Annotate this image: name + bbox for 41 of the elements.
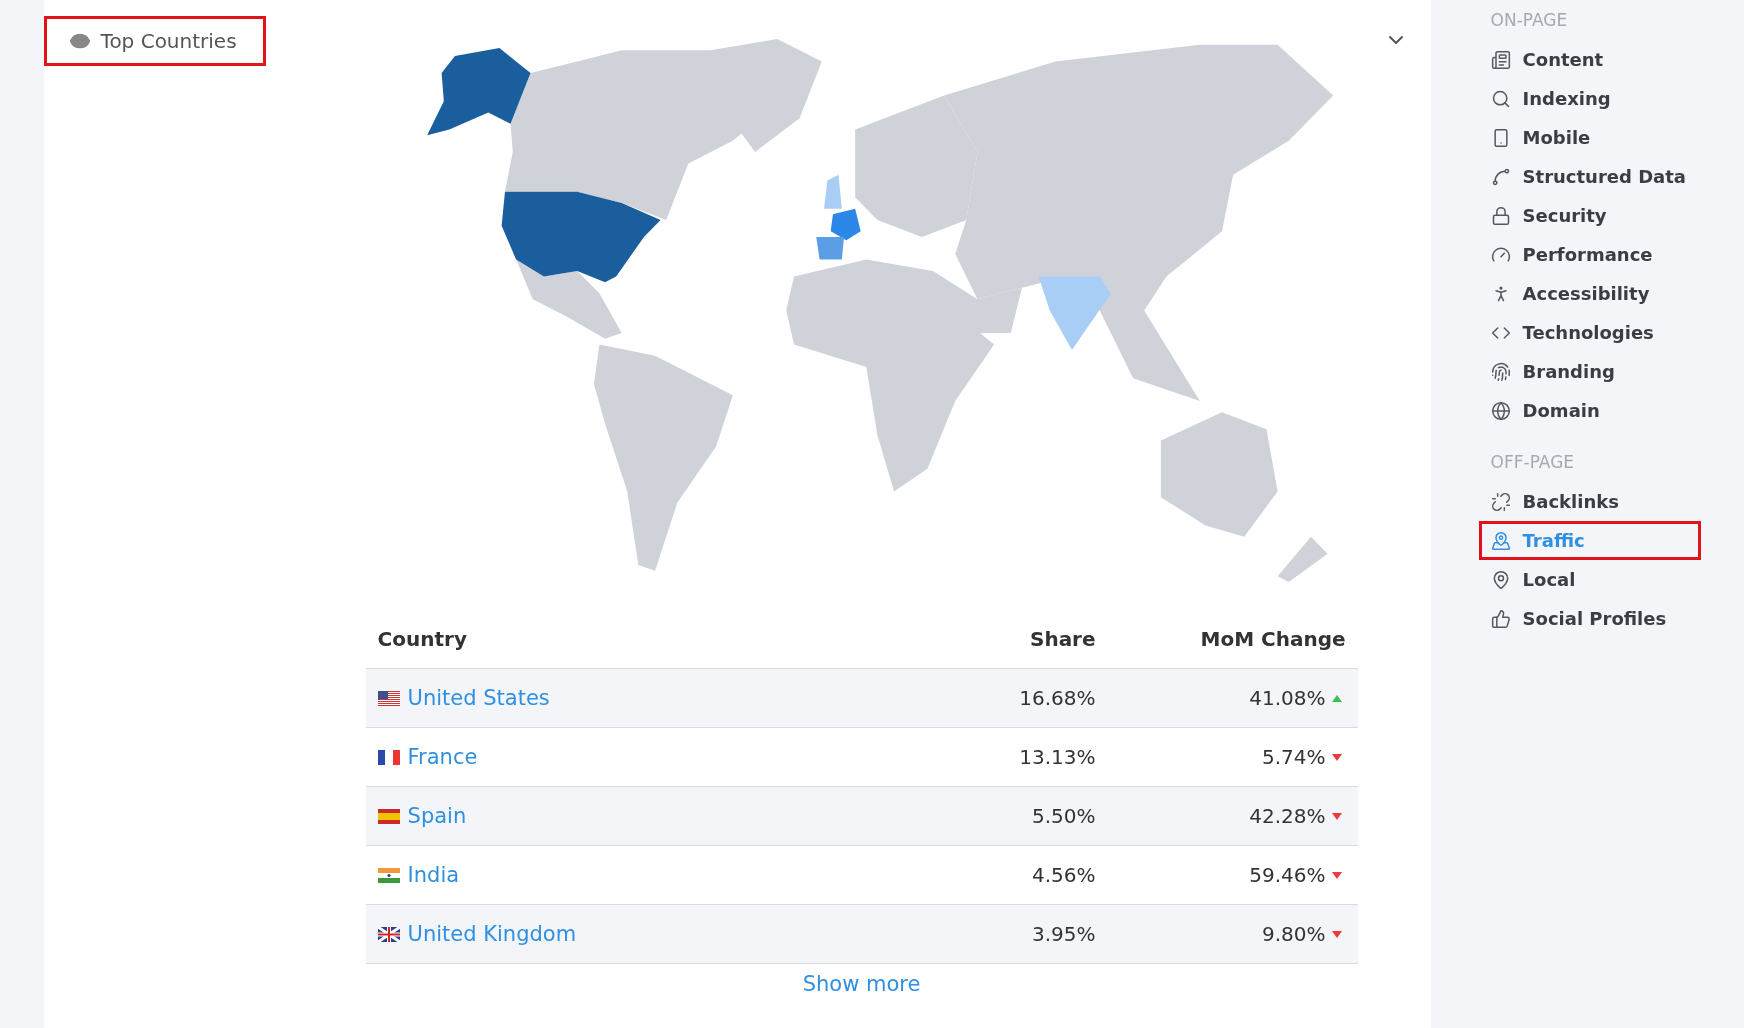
sidebar-item[interactable]: Security [1478,196,1701,235]
sidebar-item[interactable]: Content [1478,40,1701,79]
section-heading: OFF-PAGE [1490,452,1576,472]
sidebar-item[interactable]: Social Profiles [1478,599,1701,638]
change-cell: 5.74% [1262,745,1326,769]
thumbs-up-icon [1490,608,1511,629]
column-header: MoM Change [1199,627,1347,651]
sidebar-item[interactable]: Technologies [1478,313,1701,352]
lock-icon [1490,205,1511,226]
sidebar-item[interactable]: Structured Data [1478,157,1701,196]
sidebar-item[interactable]: Accessibility [1478,274,1701,313]
share-cell-text: 3.95% [1032,922,1097,946]
change-cell: 41.08% [1249,686,1326,710]
change-cell: 59.46% [1249,863,1326,887]
share-cell-text: 5.50% [1032,804,1097,828]
section-heading: ON-PAGE [1490,10,1569,30]
change-cell: 9.80% [1262,922,1326,946]
flag-icon [377,690,400,706]
content-icon [1490,49,1511,70]
column-header: Country [376,627,468,651]
sidebar-item[interactable]: Performance [1478,235,1701,274]
flag-icon [377,808,400,824]
sidebar-item[interactable]: Backlinks [1478,482,1701,521]
sidebar-item[interactable]: Mobile [1478,118,1701,157]
fingerprint-icon [1490,361,1511,382]
flag-icon [377,867,400,883]
search-icon [1490,88,1511,109]
sidebar-item[interactable]: Domain [1478,391,1701,430]
share-cell-text: 16.68% [1019,686,1097,710]
broken-link-icon [1490,491,1511,512]
change-cell: 42.28% [1249,804,1326,828]
share-cell-text: 4.56% [1032,863,1097,887]
sidebar-item[interactable]: Local [1478,560,1701,599]
flag-icon [377,749,400,765]
sidebar-item[interactable]: Branding [1478,352,1701,391]
globe-icon [1490,400,1511,421]
panel-title: Top Countries [100,29,237,53]
sidebar-item[interactable]: Indexing [1478,79,1701,118]
column-header: Share [1029,627,1097,651]
share-cell-text: 13.13% [1019,745,1097,769]
flag-icon [377,926,400,942]
